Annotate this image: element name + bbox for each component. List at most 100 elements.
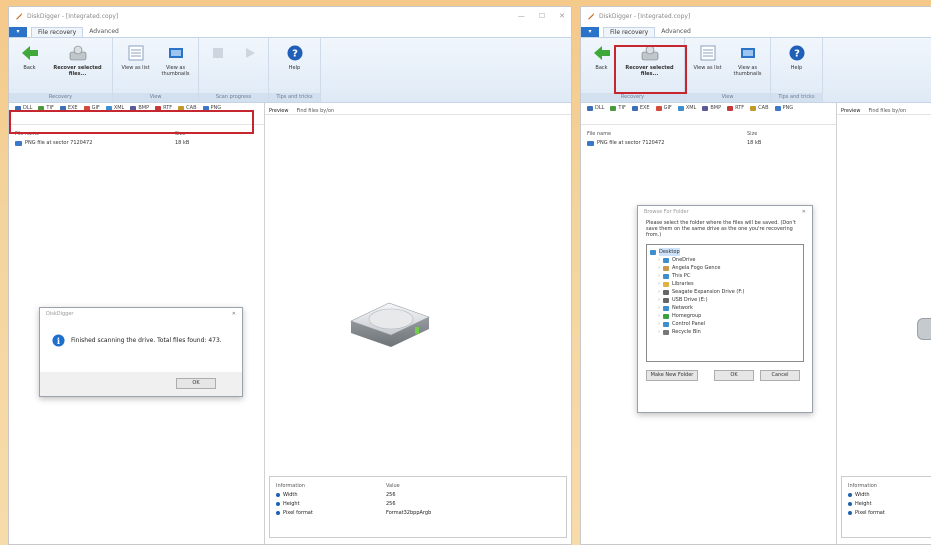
tab-preview[interactable]: Preview bbox=[841, 108, 860, 114]
tab-file-recovery[interactable]: File recovery bbox=[603, 27, 656, 37]
chevron-right-icon[interactable]: › bbox=[658, 328, 660, 336]
diskdigger-window-right: DiskDigger - [Integrated.copy] ▾ File re… bbox=[580, 6, 931, 545]
filter-png[interactable]: PNG bbox=[774, 105, 793, 111]
chevron-right-icon[interactable]: › bbox=[658, 304, 660, 312]
filter-gif[interactable]: GIF bbox=[83, 105, 100, 111]
recover-drive-icon bbox=[69, 45, 86, 61]
tab-file-recovery[interactable]: File recovery bbox=[31, 27, 84, 37]
info-row: Pixel format Format32bppArgb bbox=[276, 508, 560, 517]
filter-dll[interactable]: DLL bbox=[15, 105, 32, 111]
cancel-button[interactable]: Cancel bbox=[760, 370, 800, 381]
tree-item-libraries[interactable]: › Libraries bbox=[650, 280, 800, 288]
preview-tabs: Preview Find files by/on bbox=[265, 103, 571, 115]
png-file-icon bbox=[202, 105, 209, 111]
col-information: Information bbox=[276, 482, 305, 489]
filter-xml[interactable]: XML bbox=[105, 105, 124, 111]
chevron-right-icon[interactable]: › bbox=[658, 320, 660, 328]
help-button[interactable]: ? Help bbox=[779, 44, 815, 71]
exe-file-icon bbox=[631, 105, 638, 111]
filter-rtf[interactable]: RTF bbox=[155, 105, 172, 111]
view-as-list-button[interactable]: View as list bbox=[690, 44, 726, 71]
tab-find-files[interactable]: Find files by/on bbox=[296, 108, 334, 114]
back-button[interactable]: Back bbox=[15, 44, 45, 71]
col-file-name[interactable]: File name bbox=[587, 131, 747, 137]
tree-item-recycle-bin[interactable]: › Recycle Bin bbox=[650, 328, 800, 336]
bullet-icon bbox=[848, 501, 852, 506]
dialog-close-button[interactable]: ✕ bbox=[802, 209, 806, 215]
filter-tif[interactable]: TIF bbox=[38, 105, 54, 111]
tab-find-files[interactable]: Find files by/on bbox=[868, 108, 906, 114]
filter-exe[interactable]: EXE bbox=[631, 105, 650, 111]
tree-item-this-pc[interactable]: › This PC bbox=[650, 272, 800, 280]
file-menu-button[interactable]: ▾ bbox=[581, 27, 599, 37]
tab-advanced[interactable]: Advanced bbox=[655, 27, 697, 37]
col-size[interactable]: Size bbox=[747, 131, 757, 137]
dialog-close-button[interactable]: ✕ bbox=[232, 311, 236, 317]
minimize-button[interactable]: — bbox=[518, 12, 525, 20]
tab-preview[interactable]: Preview bbox=[269, 108, 288, 114]
col-value: Value bbox=[386, 482, 400, 489]
bmp-file-icon bbox=[702, 105, 709, 111]
resume-scan-button[interactable] bbox=[236, 44, 264, 65]
col-size[interactable]: Size bbox=[175, 131, 185, 137]
homegroup-icon bbox=[663, 313, 669, 319]
chevron-right-icon[interactable]: › bbox=[658, 256, 660, 264]
tree-item-network[interactable]: › Network bbox=[650, 304, 800, 312]
file-row[interactable]: PNG file at sector 7120472 18 kB bbox=[581, 139, 836, 147]
info-row: Height 256 bbox=[276, 499, 560, 508]
exe-file-icon bbox=[59, 105, 66, 111]
tree-item-usb-drive-e[interactable]: › USB Drive (E:) bbox=[650, 296, 800, 304]
recover-selected-button[interactable]: Recover selected files... bbox=[49, 44, 107, 77]
close-button[interactable]: ✕ bbox=[559, 12, 565, 20]
filter-gif[interactable]: GIF bbox=[655, 105, 672, 111]
filter-dll[interactable]: DLL bbox=[587, 105, 604, 111]
tree-item-onedrive[interactable]: › OneDrive bbox=[650, 256, 800, 264]
stop-scan-button[interactable] bbox=[204, 44, 232, 65]
file-menu-button[interactable]: ▾ bbox=[9, 27, 27, 37]
hard-drive-preview-icon bbox=[350, 302, 430, 347]
tree-item-control-panel[interactable]: › Control Panel bbox=[650, 320, 800, 328]
col-file-name[interactable]: File name bbox=[15, 131, 175, 137]
view-as-thumbnails-button[interactable]: View as thumbnails bbox=[158, 44, 194, 77]
filter-tif[interactable]: TIF bbox=[610, 105, 626, 111]
tab-advanced[interactable]: Advanced bbox=[83, 27, 125, 37]
view-as-thumbnails-button[interactable]: View as thumbnails bbox=[730, 44, 766, 77]
filter-bmp[interactable]: BMP bbox=[130, 105, 149, 111]
ok-button[interactable]: OK bbox=[176, 378, 216, 389]
filter-cab[interactable]: CAB bbox=[750, 105, 769, 111]
filter-png[interactable]: PNG bbox=[202, 105, 221, 111]
filter-rtf[interactable]: RTF bbox=[727, 105, 744, 111]
user-icon bbox=[663, 265, 669, 271]
maximize-button[interactable]: ☐ bbox=[539, 12, 545, 20]
tree-item-angela-fogo-gence[interactable]: › Angela Fogo Gence bbox=[650, 264, 800, 272]
bullet-icon bbox=[276, 501, 280, 506]
back-button[interactable]: Back bbox=[587, 44, 617, 71]
filter-bmp[interactable]: BMP bbox=[702, 105, 721, 111]
chevron-right-icon[interactable]: › bbox=[658, 272, 660, 280]
make-new-folder-button[interactable]: Make New Folder bbox=[646, 370, 698, 381]
gif-file-icon bbox=[655, 105, 662, 111]
filter-cab[interactable]: CAB bbox=[178, 105, 197, 111]
view-as-list-button[interactable]: View as list bbox=[118, 44, 154, 71]
xml-file-icon bbox=[677, 105, 684, 111]
file-row[interactable]: PNG file at sector 7120472 18 kB bbox=[9, 139, 264, 147]
filter-xml[interactable]: XML bbox=[677, 105, 696, 111]
cab-file-icon bbox=[178, 105, 185, 111]
tree-item-desktop[interactable]: Desktop bbox=[650, 248, 800, 256]
chevron-right-icon[interactable]: › bbox=[658, 264, 660, 272]
cloud-icon bbox=[663, 257, 669, 263]
ok-button[interactable]: OK bbox=[714, 370, 754, 381]
tree-item-seagate-expansion-drive-f[interactable]: › Seagate Expansion Drive (F:) bbox=[650, 288, 800, 296]
rtf-file-icon bbox=[727, 105, 734, 111]
tree-item-homegroup[interactable]: › Homegroup bbox=[650, 312, 800, 320]
chevron-right-icon[interactable]: › bbox=[658, 280, 660, 288]
chevron-right-icon[interactable]: › bbox=[658, 312, 660, 320]
help-icon: ? bbox=[287, 45, 302, 61]
chevron-right-icon[interactable]: › bbox=[658, 296, 660, 304]
recover-selected-button[interactable]: Recover selected files... bbox=[621, 44, 679, 77]
chevron-right-icon[interactable]: › bbox=[658, 288, 660, 296]
diskdigger-app-icon bbox=[587, 12, 595, 20]
filter-exe[interactable]: EXE bbox=[59, 105, 78, 111]
dialog-title: DiskDigger bbox=[46, 311, 74, 317]
help-button[interactable]: ? Help bbox=[277, 44, 313, 71]
